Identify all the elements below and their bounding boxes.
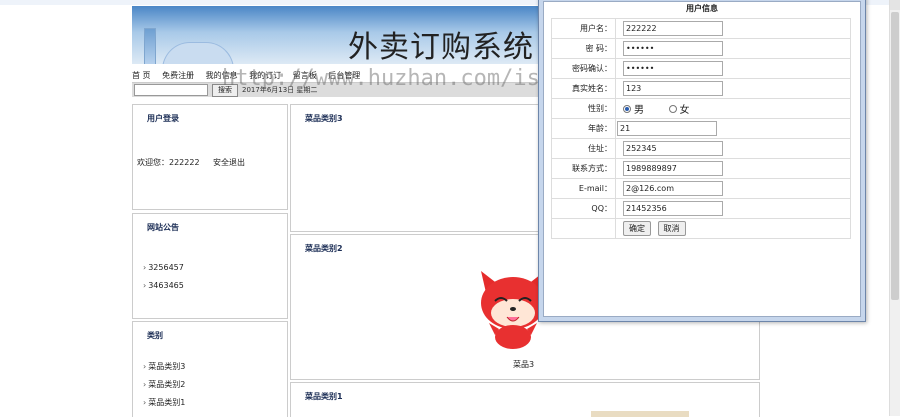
news-panel: 网站公告 3256457 3463465: [132, 213, 288, 319]
form-row: 密 码： ••••••: [551, 38, 851, 59]
category-item[interactable]: 菜品类别2: [143, 376, 185, 394]
dish-name[interactable]: 菜品3: [513, 359, 534, 370]
field-label: QQ：: [551, 198, 616, 219]
field-label: 年龄：: [551, 118, 616, 139]
news-item[interactable]: 3463465: [143, 277, 184, 295]
field-label: 性别：: [551, 98, 616, 119]
field-label: 密 码：: [551, 38, 616, 59]
category-panel-title: 类别: [147, 331, 163, 340]
form-row: 联系方式： 1989889897: [551, 158, 851, 179]
dish-thumbnail[interactable]: [591, 411, 689, 417]
age-field[interactable]: 21: [617, 121, 717, 136]
page-scrollbar[interactable]: [889, 0, 900, 416]
form-row: 住址： 252345: [551, 138, 851, 159]
field-label: E-mail：: [551, 178, 616, 199]
nav-register[interactable]: 免费注册: [162, 71, 194, 80]
dish-category-section: 菜品类别1: [290, 382, 760, 417]
user-info-form: 用户名： 222222 密 码： •••••• 密码确认： •••••• 真实姓…: [551, 18, 851, 239]
address-field[interactable]: 252345: [623, 141, 723, 156]
form-row: 年龄： 21: [551, 118, 851, 139]
site-banner: 外卖订购系统: [132, 6, 538, 64]
qq-field[interactable]: 21452356: [623, 201, 723, 216]
category-item[interactable]: 菜品类别1: [143, 394, 185, 412]
gender-male-radio[interactable]: [623, 104, 631, 113]
search-input[interactable]: [134, 84, 208, 96]
dialog-body: 用户信息 用户名： 222222 密 码： •••••• 密码确认： •••••…: [543, 1, 861, 317]
logout-link[interactable]: 安全退出: [213, 157, 245, 168]
gender-male-label: 男: [634, 105, 644, 116]
gender-female-label: 女: [679, 105, 690, 116]
section-title: 菜品类别3: [305, 114, 343, 123]
stadium-graphic: [162, 42, 234, 64]
site-title: 外卖订购系统: [348, 30, 534, 64]
form-row: 性别： 男 女: [551, 98, 851, 119]
field-label: 住址：: [551, 138, 616, 159]
field-label: 用户名：: [551, 18, 616, 39]
login-panel-title: 用户登录: [147, 114, 179, 123]
section-title: 菜品类别2: [305, 244, 343, 253]
username-field[interactable]: 222222: [623, 21, 723, 36]
form-row: 真实姓名： 123: [551, 78, 851, 99]
form-row: 密码确认： ••••••: [551, 58, 851, 79]
welcome-text: 欢迎您：222222: [137, 158, 200, 167]
tower-graphic: [144, 28, 156, 64]
login-panel: 用户登录 欢迎您：222222 安全退出: [132, 104, 288, 210]
cancel-button[interactable]: 取消: [657, 221, 686, 236]
real-name-field[interactable]: 123: [623, 81, 723, 96]
news-list: 3256457 3463465: [143, 259, 184, 295]
password-confirm-field[interactable]: ••••••: [623, 61, 723, 76]
dialog-title: 用户信息: [686, 4, 718, 13]
scroll-up-arrow-icon[interactable]: [890, 0, 900, 10]
email-field[interactable]: 2@126.com: [623, 181, 723, 196]
category-item[interactable]: 菜品类别3: [143, 358, 185, 376]
form-actions-row: 确定 取消: [551, 218, 851, 239]
category-panel: 类别 菜品类别3 菜品类别2 菜品类别1: [132, 321, 288, 417]
field-label: 真实姓名：: [551, 78, 616, 99]
scrollbar-thumb[interactable]: [891, 12, 899, 300]
password-field[interactable]: ••••••: [623, 41, 723, 56]
field-label: 密码确认：: [551, 58, 616, 79]
gender-female-radio[interactable]: [668, 104, 677, 113]
confirm-button[interactable]: 确定: [623, 221, 651, 236]
form-row: 用户名： 222222: [551, 18, 851, 39]
category-list: 菜品类别3 菜品类别2 菜品类别1: [143, 358, 185, 412]
news-panel-title: 网站公告: [147, 223, 179, 232]
user-info-dialog: 用户信息 用户名： 222222 密 码： •••••• 密码确认： •••••…: [538, 0, 866, 322]
phone-field[interactable]: 1989889897: [623, 161, 723, 176]
field-label: 联系方式：: [551, 158, 616, 179]
form-row: QQ： 21452356: [551, 198, 851, 219]
section-title: 菜品类别1: [305, 392, 343, 401]
form-row: E-mail： 2@126.com: [551, 178, 851, 199]
news-item[interactable]: 3256457: [143, 259, 184, 277]
nav-home[interactable]: 首 页: [132, 71, 151, 80]
